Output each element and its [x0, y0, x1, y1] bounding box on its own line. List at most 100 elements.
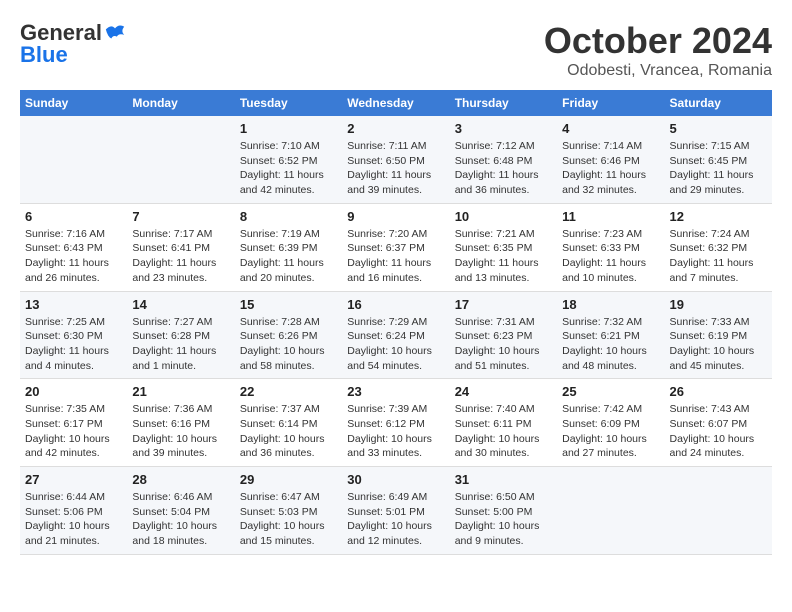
- calendar-cell: 7 Sunrise: 7:17 AM Sunset: 6:41 PM Daylig…: [127, 203, 234, 291]
- day-number: 13: [25, 297, 122, 312]
- calendar-cell: 23 Sunrise: 7:39 AM Sunset: 6:12 PM Dayli…: [342, 379, 449, 467]
- day-info: Sunrise: 6:47 AM Sunset: 5:03 PM Dayligh…: [240, 490, 337, 549]
- day-number: 12: [670, 209, 767, 224]
- weekday-header-wednesday: Wednesday: [342, 90, 449, 116]
- day-info: Sunrise: 7:15 AM Sunset: 6:45 PM Dayligh…: [670, 139, 767, 198]
- day-info: Sunrise: 7:17 AM Sunset: 6:41 PM Dayligh…: [132, 227, 229, 286]
- calendar-cell: 8Sunrise: 7:19 AM Sunset: 6:39 PM Daylig…: [235, 203, 342, 291]
- day-number: 2: [347, 121, 444, 136]
- calendar-cell: 9 Sunrise: 7:20 AM Sunset: 6:37 PM Daylig…: [342, 203, 449, 291]
- calendar-cell: 2 Sunrise: 7:11 AM Sunset: 6:50 PM Daylig…: [342, 116, 449, 203]
- day-info: Sunrise: 7:31 AM Sunset: 6:23 PM Dayligh…: [455, 315, 552, 374]
- day-number: 21: [132, 384, 229, 399]
- calendar-cell: 31 Sunrise: 6:50 AM Sunset: 5:00 PM Dayli…: [450, 467, 557, 555]
- location-title: Odobesti, Vrancea, Romania: [544, 62, 772, 80]
- logo-blue-text: Blue: [20, 42, 68, 68]
- calendar-cell: 11 Sunrise: 7:23 AM Sunset: 6:33 PM Dayli…: [557, 203, 664, 291]
- day-info: Sunrise: 7:10 AM Sunset: 6:52 PM Dayligh…: [240, 139, 337, 198]
- day-number: 26: [670, 384, 767, 399]
- day-info: Sunrise: 7:12 AM Sunset: 6:48 PM Dayligh…: [455, 139, 552, 198]
- day-info: Sunrise: 7:35 AM Sunset: 6:17 PM Dayligh…: [25, 402, 122, 461]
- calendar-cell: 1 Sunrise: 7:10 AM Sunset: 6:52 PM Daylig…: [235, 116, 342, 203]
- day-number: 10: [455, 209, 552, 224]
- week-row-1: 1 Sunrise: 7:10 AM Sunset: 6:52 PM Daylig…: [20, 116, 772, 203]
- day-info: Sunrise: 7:39 AM Sunset: 6:12 PM Dayligh…: [347, 402, 444, 461]
- calendar-cell: 17 Sunrise: 7:31 AM Sunset: 6:23 PM Dayli…: [450, 291, 557, 379]
- day-number: 6: [25, 209, 122, 224]
- day-info: Sunrise: 7:19 AM Sunset: 6:39 PM Dayligh…: [240, 227, 337, 286]
- day-number: 30: [347, 472, 444, 487]
- day-number: 24: [455, 384, 552, 399]
- calendar-cell: 14Sunrise: 7:27 AM Sunset: 6:28 PM Dayli…: [127, 291, 234, 379]
- day-number: 31: [455, 472, 552, 487]
- calendar-cell: [665, 467, 772, 555]
- calendar-cell: 18 Sunrise: 7:32 AM Sunset: 6:21 PM Dayli…: [557, 291, 664, 379]
- calendar-cell: 28 Sunrise: 6:46 AM Sunset: 5:04 PM Dayli…: [127, 467, 234, 555]
- calendar-cell: 12 Sunrise: 7:24 AM Sunset: 6:32 PM Dayli…: [665, 203, 772, 291]
- day-number: 11: [562, 209, 659, 224]
- calendar-cell: 15 Sunrise: 7:28 AM Sunset: 6:26 PM Dayli…: [235, 291, 342, 379]
- calendar-cell: 27 Sunrise: 6:44 AM Sunset: 5:06 PM Dayli…: [20, 467, 127, 555]
- day-number: 20: [25, 384, 122, 399]
- calendar-cell: [557, 467, 664, 555]
- calendar-cell: 19 Sunrise: 7:33 AM Sunset: 6:19 PM Dayli…: [665, 291, 772, 379]
- calendar-cell: 29Sunrise: 6:47 AM Sunset: 5:03 PM Dayli…: [235, 467, 342, 555]
- week-row-5: 27 Sunrise: 6:44 AM Sunset: 5:06 PM Dayli…: [20, 467, 772, 555]
- calendar-cell: 21 Sunrise: 7:36 AM Sunset: 6:16 PM Dayli…: [127, 379, 234, 467]
- weekday-header-row: SundayMondayTuesdayWednesdayThursdayFrid…: [20, 90, 772, 116]
- day-number: 25: [562, 384, 659, 399]
- calendar-cell: 30 Sunrise: 6:49 AM Sunset: 5:01 PM Dayli…: [342, 467, 449, 555]
- day-info: Sunrise: 7:42 AM Sunset: 6:09 PM Dayligh…: [562, 402, 659, 461]
- day-info: Sunrise: 7:24 AM Sunset: 6:32 PM Dayligh…: [670, 227, 767, 286]
- week-row-2: 6 Sunrise: 7:16 AM Sunset: 6:43 PM Daylig…: [20, 203, 772, 291]
- day-number: 16: [347, 297, 444, 312]
- weekday-header-friday: Friday: [557, 90, 664, 116]
- calendar-cell: 26Sunrise: 7:43 AM Sunset: 6:07 PM Dayli…: [665, 379, 772, 467]
- day-info: Sunrise: 7:20 AM Sunset: 6:37 PM Dayligh…: [347, 227, 444, 286]
- day-number: 9: [347, 209, 444, 224]
- day-number: 17: [455, 297, 552, 312]
- calendar-cell: [20, 116, 127, 203]
- calendar-cell: 16Sunrise: 7:29 AM Sunset: 6:24 PM Dayli…: [342, 291, 449, 379]
- day-number: 3: [455, 121, 552, 136]
- day-number: 27: [25, 472, 122, 487]
- day-info: Sunrise: 7:16 AM Sunset: 6:43 PM Dayligh…: [25, 227, 122, 286]
- day-info: Sunrise: 7:33 AM Sunset: 6:19 PM Dayligh…: [670, 315, 767, 374]
- calendar-cell: 5 Sunrise: 7:15 AM Sunset: 6:45 PM Daylig…: [665, 116, 772, 203]
- day-info: Sunrise: 6:50 AM Sunset: 5:00 PM Dayligh…: [455, 490, 552, 549]
- day-info: Sunrise: 7:11 AM Sunset: 6:50 PM Dayligh…: [347, 139, 444, 198]
- logo-bird-icon: [104, 22, 126, 44]
- calendar-cell: 25 Sunrise: 7:42 AM Sunset: 6:09 PM Dayli…: [557, 379, 664, 467]
- day-info: Sunrise: 7:23 AM Sunset: 6:33 PM Dayligh…: [562, 227, 659, 286]
- day-number: 1: [240, 121, 337, 136]
- day-number: 15: [240, 297, 337, 312]
- calendar-cell: 20 Sunrise: 7:35 AM Sunset: 6:17 PM Dayli…: [20, 379, 127, 467]
- calendar-cell: 22Sunrise: 7:37 AM Sunset: 6:14 PM Dayli…: [235, 379, 342, 467]
- day-number: 23: [347, 384, 444, 399]
- day-number: 18: [562, 297, 659, 312]
- day-number: 28: [132, 472, 229, 487]
- weekday-header-sunday: Sunday: [20, 90, 127, 116]
- day-number: 22: [240, 384, 337, 399]
- day-info: Sunrise: 7:32 AM Sunset: 6:21 PM Dayligh…: [562, 315, 659, 374]
- day-number: 5: [670, 121, 767, 136]
- day-info: Sunrise: 7:28 AM Sunset: 6:26 PM Dayligh…: [240, 315, 337, 374]
- day-info: Sunrise: 7:36 AM Sunset: 6:16 PM Dayligh…: [132, 402, 229, 461]
- calendar-cell: [127, 116, 234, 203]
- day-info: Sunrise: 7:14 AM Sunset: 6:46 PM Dayligh…: [562, 139, 659, 198]
- calendar-cell: 6 Sunrise: 7:16 AM Sunset: 6:43 PM Daylig…: [20, 203, 127, 291]
- day-number: 7: [132, 209, 229, 224]
- day-number: 14: [132, 297, 229, 312]
- day-info: Sunrise: 7:25 AM Sunset: 6:30 PM Dayligh…: [25, 315, 122, 374]
- day-info: Sunrise: 6:44 AM Sunset: 5:06 PM Dayligh…: [25, 490, 122, 549]
- title-area: October 2024 Odobesti, Vrancea, Romania: [544, 20, 772, 80]
- day-number: 19: [670, 297, 767, 312]
- month-title: October 2024: [544, 20, 772, 62]
- day-info: Sunrise: 7:40 AM Sunset: 6:11 PM Dayligh…: [455, 402, 552, 461]
- calendar-cell: 24 Sunrise: 7:40 AM Sunset: 6:11 PM Dayli…: [450, 379, 557, 467]
- day-info: Sunrise: 6:46 AM Sunset: 5:04 PM Dayligh…: [132, 490, 229, 549]
- day-info: Sunrise: 6:49 AM Sunset: 5:01 PM Dayligh…: [347, 490, 444, 549]
- calendar-cell: 10Sunrise: 7:21 AM Sunset: 6:35 PM Dayli…: [450, 203, 557, 291]
- day-number: 4: [562, 121, 659, 136]
- header: General Blue October 2024 Odobesti, Vran…: [20, 20, 772, 80]
